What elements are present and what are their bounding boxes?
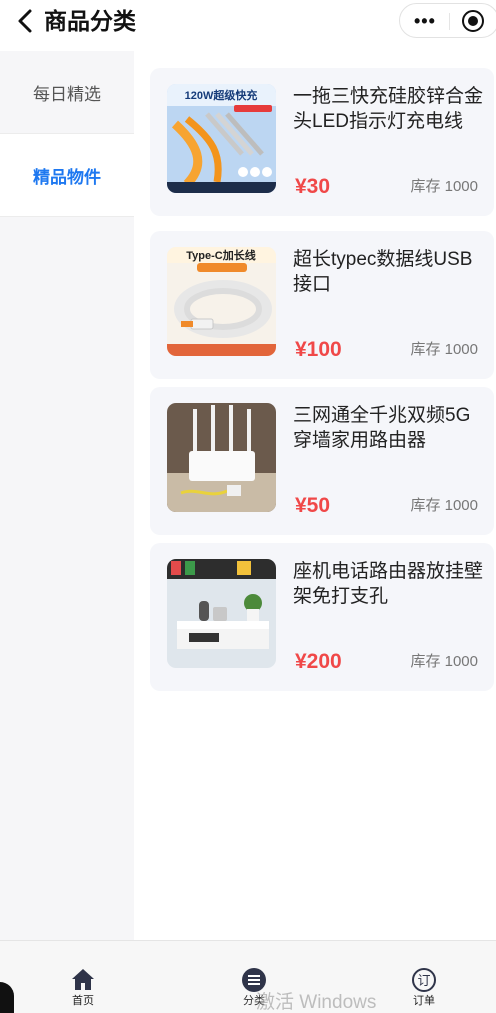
product-stock: 库存 1000 [410, 497, 478, 514]
product-card[interactable]: 120W超级快充 一拖三快充硅胶锌合金头LED指示灯充电线 ¥30 库存 100… [150, 68, 494, 216]
order-icon-glyph: 订 [417, 974, 430, 989]
category-item-daily[interactable]: 每日精选 [0, 51, 134, 134]
mini-program-capsule: ••• [399, 3, 496, 38]
product-title: 三网通全千兆双频5G穿墙家用路由器 [293, 405, 471, 451]
image-caption: Type-C加长线 [186, 248, 255, 262]
image-caption: 120W超级快充 [185, 88, 258, 102]
tab-home-label: 首页 [72, 995, 94, 1007]
product-price: ¥30 [295, 175, 331, 198]
product-list: 120W超级快充 一拖三快充硅胶锌合金头LED指示灯充电线 ¥30 库存 100… [134, 51, 496, 940]
product-card[interactable]: 三网通全千兆双频5G穿墙家用路由器 ¥50 库存 1000 [150, 387, 494, 535]
order-icon: 订 [412, 968, 436, 992]
product-price: ¥200 [295, 650, 342, 673]
tab-bar: 首页 分类 订 订单 [0, 940, 496, 1013]
page-title: 商品分类 [44, 8, 136, 34]
product-price: ¥100 [295, 338, 342, 361]
close-target-icon[interactable] [462, 10, 484, 32]
more-menu-icon[interactable]: ••• [414, 11, 436, 31]
product-stock: 库存 1000 [410, 653, 478, 670]
home-icon [72, 969, 94, 990]
tab-home[interactable]: 首页 [53, 967, 113, 1008]
product-title: 超长typec数据线USB接口 [293, 249, 473, 295]
product-card[interactable]: Type-C加长线 超长typec数据线USB接口 ¥100 库存 1000 [150, 231, 494, 379]
tab-order-label: 订单 [413, 995, 435, 1007]
product-title: 一拖三快充硅胶锌合金头LED指示灯充电线 [293, 86, 484, 132]
product-price: ¥50 [295, 494, 331, 517]
list-icon [242, 968, 266, 992]
product-stock: 库存 1000 [410, 178, 478, 195]
product-image-cable: 120W超级快充 [167, 84, 276, 193]
product-image-typec: Type-C加长线 [167, 247, 276, 356]
product-image-router [167, 403, 276, 512]
windows-activation-watermark: 激活 Windows [256, 992, 377, 1013]
category-sidebar: 每日精选 精品物件 [0, 51, 134, 940]
nav-bar: 商品分类 ••• [0, 0, 496, 51]
category-item-premium[interactable]: 精品物件 [0, 134, 134, 217]
product-title: 座机电话路由器放挂壁架免打支孔 [293, 561, 484, 607]
back-arrow-icon[interactable] [14, 8, 38, 34]
product-image-shelf [167, 559, 276, 668]
product-stock: 库存 1000 [410, 341, 478, 358]
capsule-divider [449, 13, 450, 30]
tab-order[interactable]: 订 订单 [394, 967, 454, 1008]
product-card[interactable]: 座机电话路由器放挂壁架免打支孔 ¥200 库存 1000 [150, 543, 494, 691]
